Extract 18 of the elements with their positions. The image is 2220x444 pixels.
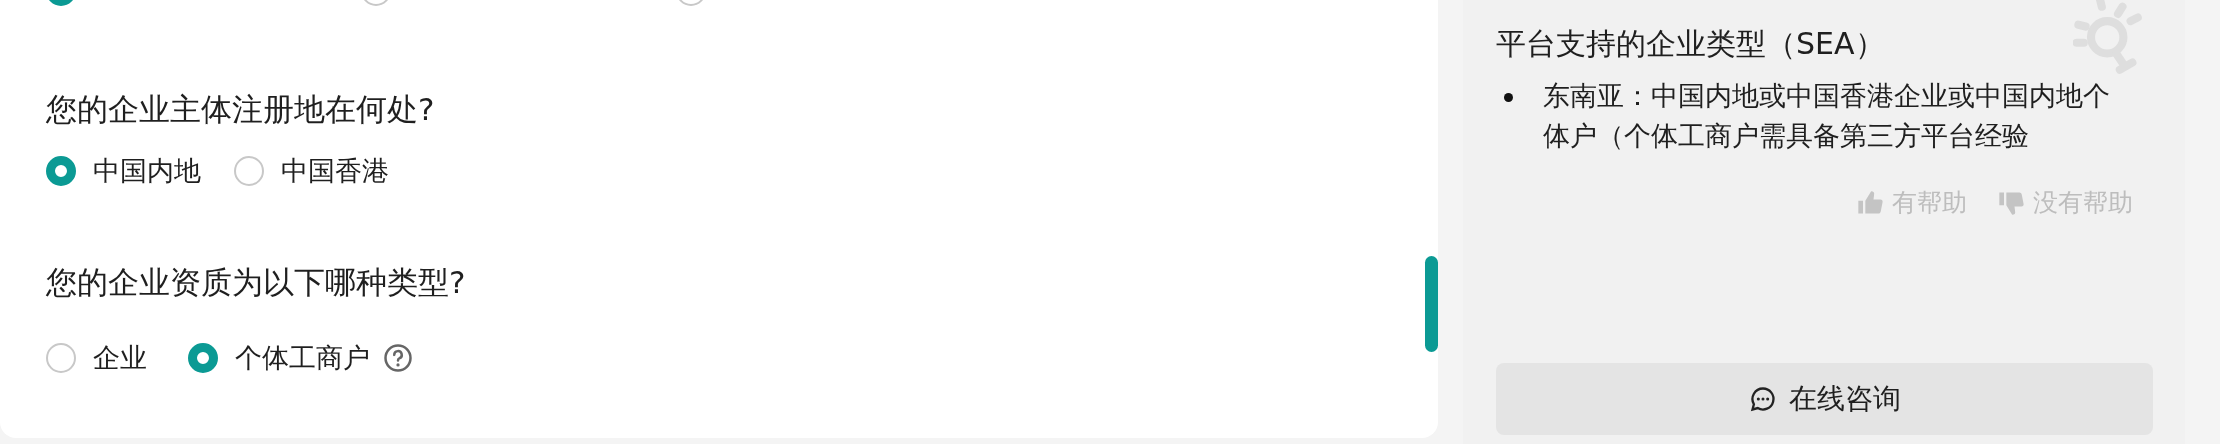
help-icon[interactable]	[383, 343, 413, 373]
radio-button[interactable]	[46, 343, 76, 373]
bullet-icon	[1504, 93, 1513, 102]
chat-icon	[1748, 385, 1777, 413]
option-label[interactable]: 个体工商户	[235, 342, 370, 374]
thumb-icon	[1856, 188, 1884, 217]
consult-button[interactable]: 在线咨询	[1496, 363, 2153, 435]
question-label: 您的企业资质为以下哪种类型?	[46, 263, 467, 302]
tip-text: 东南亚：中国内地或中国香港企业或中国内地个体户（个体工商户需具备第三方平台经验	[1543, 79, 2111, 153]
question-label: 您的企业主体注册地在何处?	[46, 90, 436, 129]
tip-title: 平台支持的企业类型（SEA）	[1496, 25, 1885, 63]
option-label[interactable]: 企业	[93, 342, 147, 374]
option-label[interactable]: 中国内地	[93, 155, 201, 187]
option-label[interactable]: 中国香港	[281, 155, 389, 187]
radio-button[interactable]	[234, 156, 264, 186]
radio-button[interactable]	[188, 343, 218, 373]
radio-button[interactable]	[46, 156, 76, 186]
scrollbar-thumb[interactable]	[1425, 256, 1438, 352]
